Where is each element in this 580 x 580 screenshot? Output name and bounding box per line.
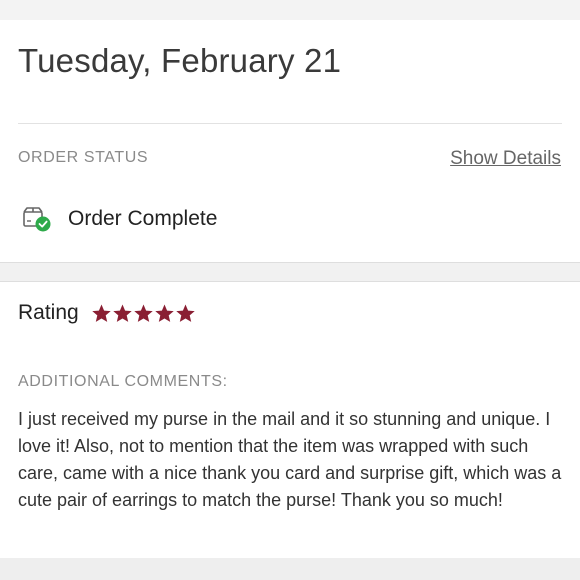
star-icon bbox=[176, 304, 195, 322]
review-card: Rating ADDITIONAL COMMENTS: I just recei… bbox=[0, 282, 580, 558]
additional-comments-label: ADDITIONAL COMMENTS: bbox=[18, 373, 228, 390]
order-card: Tuesday, February 21 ORDER STATUS Show D… bbox=[0, 20, 580, 262]
show-details-link[interactable]: Show Details bbox=[450, 148, 561, 170]
bottom-strip bbox=[0, 558, 580, 580]
rating-stars bbox=[91, 303, 196, 324]
top-strip bbox=[0, 0, 580, 20]
star-icon bbox=[155, 304, 174, 322]
additional-comments-text: I just received my purse in the mail and… bbox=[18, 409, 562, 510]
rating-row: Rating bbox=[18, 301, 196, 325]
star-icon bbox=[134, 304, 153, 322]
order-date-heading: Tuesday, February 21 bbox=[18, 42, 342, 79]
order-status-row: Order Complete bbox=[22, 206, 217, 232]
order-status-label: ORDER STATUS bbox=[18, 149, 149, 166]
section-gap bbox=[0, 262, 580, 282]
rating-label: Rating bbox=[18, 301, 79, 324]
order-page: Tuesday, February 21 ORDER STATUS Show D… bbox=[0, 0, 580, 580]
star-icon bbox=[113, 304, 132, 322]
star-icon bbox=[92, 304, 111, 322]
order-status-text: Order Complete bbox=[68, 207, 218, 230]
package-check-icon bbox=[22, 206, 52, 232]
divider bbox=[18, 123, 562, 124]
